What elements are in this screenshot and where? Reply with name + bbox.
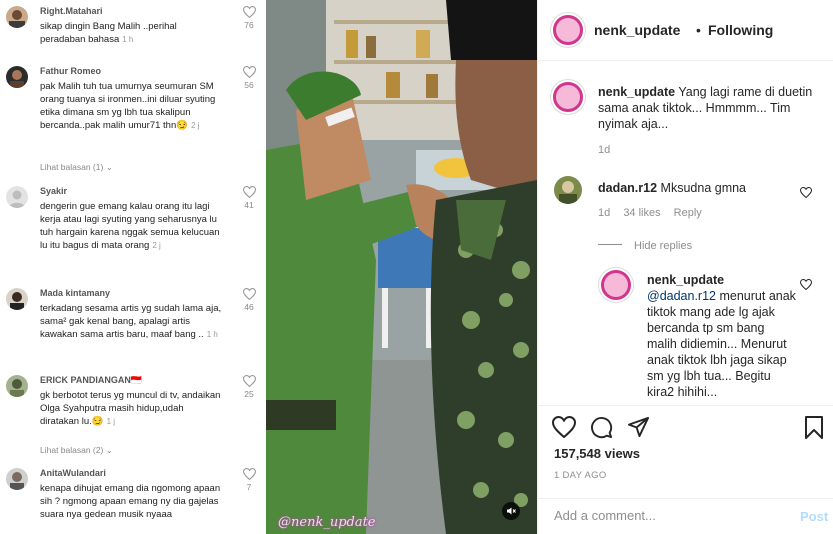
comment-username[interactable]: AnitaWulandari <box>40 468 106 478</box>
avatar[interactable] <box>554 176 582 204</box>
comment-text: dadan.r12 Mksudna gmna <box>598 181 747 195</box>
paper-plane-icon <box>627 416 650 438</box>
comment-username[interactable]: ERICK PANDIANGAN🇮🇩 <box>40 375 142 386</box>
avatar[interactable] <box>6 186 28 208</box>
avatar[interactable] <box>6 375 28 397</box>
comment-bubble-icon <box>591 417 613 439</box>
mute-button[interactable] <box>502 502 520 520</box>
caption-username[interactable]: nenk_update <box>598 85 675 99</box>
like-count: 25 <box>244 389 254 399</box>
comments-list[interactable]: nenk_update Yang lagi rame di duetin sam… <box>538 62 833 404</box>
comment-time: 1 h <box>206 330 218 339</box>
avatar[interactable] <box>6 66 28 88</box>
post-button[interactable]: Post <box>800 509 828 524</box>
share-button[interactable] <box>627 416 650 443</box>
comment-time[interactable]: 1d <box>598 207 610 219</box>
heart-icon <box>242 186 256 198</box>
chevron-down-icon: ⌄ <box>105 445 113 455</box>
header-separator: • <box>696 22 701 38</box>
comment-username[interactable]: dadan.r12 <box>598 181 657 195</box>
comment-meta: 1d 34 likes Reply <box>598 207 712 219</box>
comment-username[interactable]: Fathur Romeo <box>40 66 101 76</box>
bookmark-icon <box>805 416 823 439</box>
avatar[interactable] <box>6 468 28 490</box>
like-button[interactable]: 56 <box>240 66 258 90</box>
heart-icon <box>242 288 256 300</box>
comment-username[interactable]: Right.Matahari <box>40 6 103 16</box>
tiktok-comments-panel: Right.Matahari sikap dingin Bang Malih .… <box>0 0 266 534</box>
post-date[interactable]: 1 DAY AGO <box>554 470 607 481</box>
caption-avatar[interactable] <box>551 80 585 114</box>
like-button[interactable] <box>551 415 577 443</box>
comment-likes[interactable]: 34 likes <box>623 207 660 219</box>
avatar[interactable] <box>6 288 28 310</box>
comment-input[interactable] <box>554 508 774 523</box>
like-count: 7 <box>246 482 252 492</box>
video-frame <box>266 0 537 534</box>
like-count: 46 <box>244 302 254 312</box>
caption-time[interactable]: 1d <box>598 144 610 156</box>
post-actions: 157,548 views 1 DAY AGO <box>538 405 833 498</box>
chevron-down-icon: ⌄ <box>105 162 113 172</box>
hide-replies-button[interactable]: Hide replies <box>598 236 692 254</box>
like-count: 41 <box>244 200 254 210</box>
video-player[interactable] <box>266 0 537 534</box>
avatar[interactable] <box>551 13 585 47</box>
view-replies-link[interactable]: Lihat balasan (2) ⌄ <box>40 445 113 456</box>
like-button[interactable]: 7 <box>240 468 258 492</box>
view-replies-link[interactable]: Lihat balasan (1) ⌄ <box>40 162 113 173</box>
comment-like-button[interactable] <box>799 185 813 203</box>
comment-text: dengerin gue emang kalau orang itu lagi … <box>40 201 220 251</box>
like-count: 76 <box>244 20 254 30</box>
avatar[interactable] <box>6 6 28 28</box>
like-button[interactable]: 46 <box>240 288 258 312</box>
like-button[interactable]: 76 <box>240 6 258 30</box>
comment-like-button[interactable] <box>799 277 813 295</box>
reply-username[interactable]: nenk_update <box>647 273 724 287</box>
header-username[interactable]: nenk_update <box>594 22 680 38</box>
caption-text: nenk_update Yang lagi rame di duetin sam… <box>598 85 813 131</box>
view-count[interactable]: 157,548 views <box>554 446 640 461</box>
heart-icon <box>799 186 813 199</box>
comment-text: kenapa dihujat emang dia ngomong apaan s… <box>40 483 221 520</box>
avatar[interactable] <box>599 268 633 302</box>
comment-time: 2 j <box>191 121 200 130</box>
comment-username[interactable]: Syakir <box>40 186 67 196</box>
post-header: nenk_update • Following <box>538 0 833 61</box>
like-button[interactable]: 25 <box>240 375 258 399</box>
reply-button[interactable]: Reply <box>674 207 702 219</box>
comment-text: pak Malih tuh tua umurnya seumuran SM or… <box>40 81 216 131</box>
heart-icon <box>551 415 577 439</box>
like-count: 56 <box>244 80 254 90</box>
like-button[interactable]: 41 <box>240 186 258 210</box>
comment-time: 2 j <box>152 241 161 250</box>
following-button[interactable]: Following <box>708 22 773 38</box>
replies-divider <box>598 244 622 246</box>
speaker-muted-icon <box>507 507 516 515</box>
mention-link[interactable]: @dadan.r12 <box>647 289 716 303</box>
instagram-post-panel: nenk_update • Following nenk_update Yang… <box>537 0 833 534</box>
add-comment-bar: Post <box>538 498 833 534</box>
video-watermark: @nenk_update <box>278 515 376 530</box>
heart-icon <box>242 375 256 387</box>
comment-time: 1 j <box>106 417 116 426</box>
heart-icon <box>242 66 256 78</box>
comment-text: gk berbotot terus yg muncul di tv, andai… <box>40 390 221 427</box>
heart-icon <box>799 278 813 291</box>
comment-text: terkadang sesama artis yg sudah lama aja… <box>40 303 222 340</box>
comment-time: 1 h <box>122 35 134 44</box>
heart-icon <box>242 6 256 18</box>
reply-text: nenk_update @dadan.r12 menurut anak tikt… <box>647 273 796 399</box>
heart-icon <box>242 468 256 480</box>
comment-button[interactable] <box>590 416 613 444</box>
comment-username[interactable]: Mada kintamany <box>40 288 110 298</box>
comment-text: sikap dingin Bang Malih ..perihal perada… <box>40 21 177 45</box>
save-button[interactable] <box>805 416 823 444</box>
